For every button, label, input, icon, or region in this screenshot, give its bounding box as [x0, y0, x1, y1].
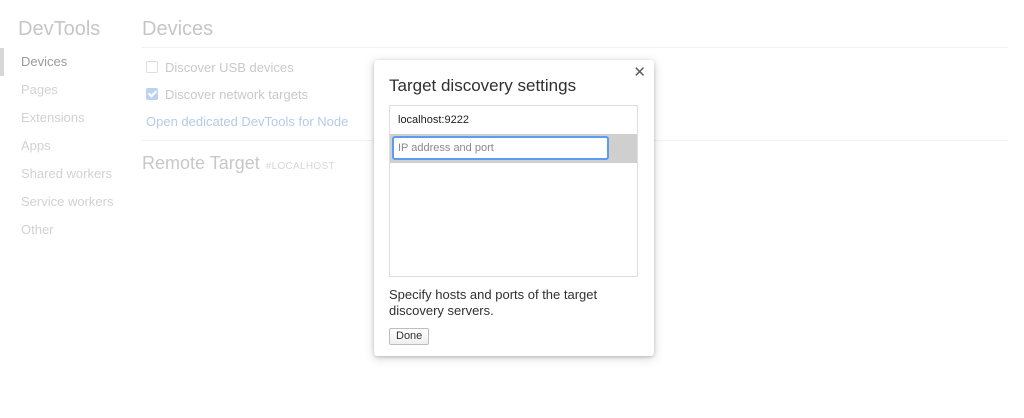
title-divider [142, 47, 1008, 48]
discover-usb-option[interactable]: Discover USB devices [146, 58, 294, 76]
discover-network-option[interactable]: Discover network targets [146, 85, 308, 103]
done-button[interactable]: Done [389, 328, 430, 345]
app-title: DevTools [18, 18, 101, 40]
list-item[interactable]: localhost:9222 [390, 106, 637, 134]
page: DevTools Devices Pages Extensions Apps S… [0, 0, 1024, 418]
sidebar-nav: Devices Pages Extensions Apps Shared wor… [0, 48, 130, 244]
remote-target-heading: Remote Target #LOCALHOST [142, 153, 335, 174]
sidebar-item-shared-workers[interactable]: Shared workers [0, 160, 130, 188]
remote-target-title: Remote Target [142, 153, 260, 173]
sidebar-item-apps[interactable]: Apps [0, 132, 130, 160]
discover-usb-checkbox[interactable] [146, 61, 158, 73]
close-icon[interactable]: ✕ [633, 65, 646, 81]
sidebar-item-other[interactable]: Other [0, 216, 130, 244]
ip-port-input[interactable] [392, 136, 609, 160]
list-edit-row [390, 134, 637, 163]
sidebar-item-devices[interactable]: Devices [0, 48, 130, 76]
discover-network-label: Discover network targets [165, 86, 309, 102]
target-discovery-dialog: ✕ Target discovery settings localhost:92… [374, 60, 654, 356]
target-list: localhost:9222 [389, 105, 638, 277]
dialog-description: Specify hosts and ports of the target di… [389, 287, 598, 318]
remote-target-tag: #LOCALHOST [265, 161, 335, 172]
open-node-devtools-link[interactable]: Open dedicated DevTools for Node [146, 114, 348, 129]
discover-network-checkbox[interactable] [146, 88, 158, 100]
sidebar-item-pages[interactable]: Pages [0, 76, 130, 104]
dialog-title: Target discovery settings [389, 76, 577, 95]
discover-usb-label: Discover USB devices [165, 59, 294, 75]
sidebar-item-extensions[interactable]: Extensions [0, 104, 130, 132]
sidebar-item-service-workers[interactable]: Service workers [0, 188, 130, 216]
page-title: Devices [142, 18, 214, 40]
